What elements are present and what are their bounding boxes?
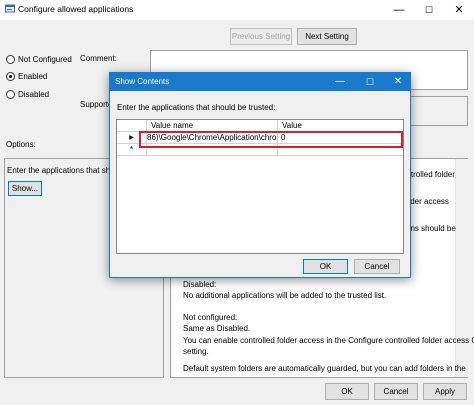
help-text-line: No additional applications will be added…	[183, 291, 387, 300]
options-label: Options:	[6, 140, 36, 149]
policy-app-icon	[5, 4, 15, 13]
dialog-titlebar: Show Contents — ☐ ✕	[110, 73, 410, 91]
dialog-title: Show Contents	[115, 77, 170, 86]
enabled-radio[interactable]	[6, 72, 15, 81]
disabled-radio[interactable]	[6, 90, 15, 99]
dialog-minimize-button[interactable]: —	[328, 73, 352, 91]
window-title: Configure allowed applications	[18, 4, 134, 14]
maximize-button[interactable]: ☐	[414, 0, 444, 20]
dialog-cancel-button[interactable]: Cancel	[354, 259, 400, 274]
not-configured-label: Not Configured	[18, 55, 72, 64]
previous-setting-button[interactable]: Previous Setting	[230, 28, 292, 45]
comment-label: Comment:	[80, 54, 117, 63]
dialog-ok-button[interactable]: OK	[303, 259, 348, 274]
help-text-line: Same as Disabled.	[183, 324, 251, 333]
ok-button[interactable]: OK	[325, 383, 369, 400]
apply-button[interactable]: Apply	[423, 383, 467, 400]
minimize-button[interactable]: —	[384, 0, 414, 20]
window-titlebar: Configure allowed applications — ☐ ✕	[0, 0, 474, 20]
disabled-label: Disabled	[18, 90, 50, 99]
close-button[interactable]: ✕	[444, 0, 474, 20]
dialog-close-button[interactable]: ✕	[386, 73, 410, 91]
highlight-box	[139, 131, 403, 148]
help-text-line: ons should be	[406, 224, 456, 233]
next-setting-button[interactable]: Next Setting	[297, 28, 357, 45]
help-text-line: Not configured:	[183, 313, 238, 322]
show-contents-dialog: Show Contents — ☐ ✕ Enter the applicatio…	[109, 72, 411, 278]
help-text-line: You can enable controlled folder access …	[183, 336, 474, 345]
help-text-line: Default system folders are automatically…	[183, 364, 466, 373]
cancel-button[interactable]: Cancel	[374, 383, 418, 400]
enabled-label: Enabled	[18, 72, 48, 81]
show-button[interactable]: Show...	[8, 181, 42, 196]
not-configured-radio[interactable]	[6, 55, 15, 64]
dialog-maximize-button[interactable]: ☐	[358, 73, 382, 91]
dialog-prompt: Enter the applications that should be tr…	[117, 103, 276, 112]
help-text-line: setting.	[183, 347, 209, 356]
help-text-line: Disabled:	[183, 280, 217, 289]
